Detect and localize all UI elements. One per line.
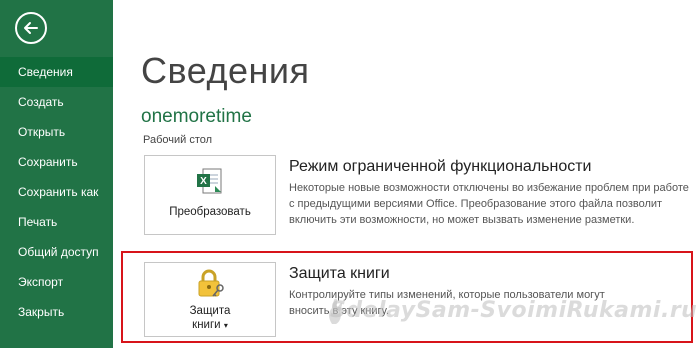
- excel-convert-icon: X: [197, 168, 222, 194]
- compat-mode-description: Некоторые новые возможности отключены во…: [289, 182, 689, 226]
- watermark-text: SdelaySam-SvoimiRukami.ru: [330, 298, 698, 323]
- nav-item-close[interactable]: Закрыть: [0, 297, 113, 327]
- nav-item-info[interactable]: Сведения: [0, 57, 113, 87]
- nav-item-save-as[interactable]: Сохранить как: [0, 177, 113, 207]
- compat-mode-title: Режим ограниченной функциональности: [289, 158, 592, 175]
- document-location[interactable]: Рабочий стол: [143, 134, 212, 146]
- page-title: Сведения: [141, 50, 310, 91]
- compat-mode-section: Режим ограниченной функциональности Неко…: [289, 158, 689, 228]
- convert-button-label: Преобразовать: [169, 206, 251, 218]
- back-button[interactable]: [15, 12, 47, 44]
- nav-item-print[interactable]: Печать: [0, 207, 113, 237]
- nav-item-share[interactable]: Общий доступ: [0, 237, 113, 267]
- backstage-nav: Сведения Создать Открыть Сохранить Сохра…: [0, 57, 113, 327]
- backstage-sidebar: Сведения Создать Открыть Сохранить Сохра…: [0, 0, 113, 348]
- convert-button[interactable]: X Преобразовать: [144, 155, 276, 235]
- nav-item-new[interactable]: Создать: [0, 87, 113, 117]
- back-arrow-icon: [24, 22, 38, 34]
- svg-text:X: X: [200, 176, 207, 187]
- document-name: onemoretime: [141, 106, 252, 127]
- highlight-frame: [121, 251, 693, 343]
- nav-item-open[interactable]: Открыть: [0, 117, 113, 147]
- nav-item-save[interactable]: Сохранить: [0, 147, 113, 177]
- nav-item-export[interactable]: Экспорт: [0, 267, 113, 297]
